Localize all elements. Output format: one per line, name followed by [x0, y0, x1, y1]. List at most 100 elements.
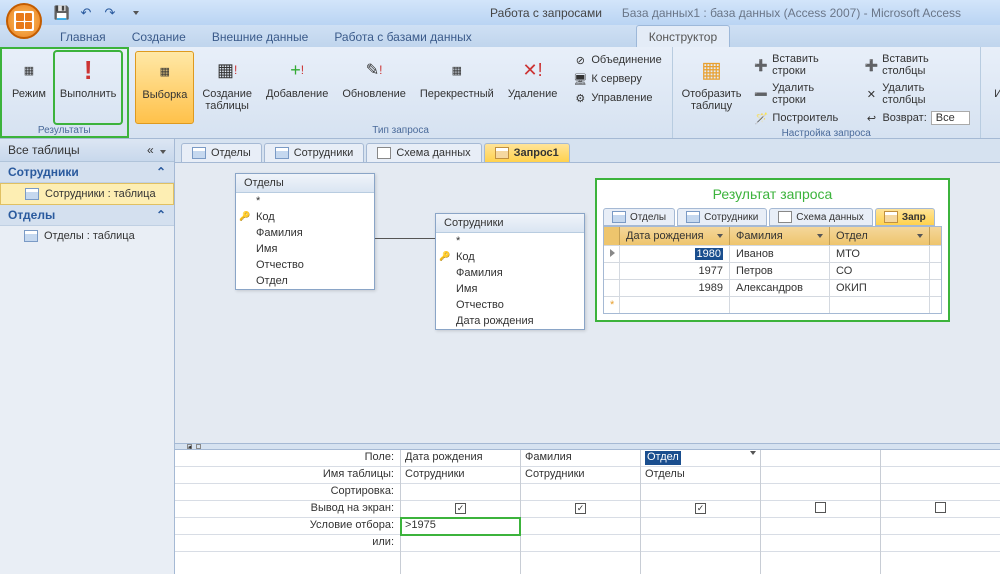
design-grid: Поле: Имя таблицы: Сортировка: Вывод на … — [175, 449, 1000, 574]
dropdown-icon[interactable] — [750, 451, 756, 455]
insert-rows-button[interactable]: ➕Вставить строки — [750, 51, 848, 79]
qat-dropdown-icon[interactable] — [126, 5, 142, 21]
relationship-icon — [778, 211, 792, 223]
grid-col-5[interactable] — [880, 450, 1000, 574]
rtab-query[interactable]: Запр — [875, 208, 935, 226]
sigma-icon: Σ — [993, 54, 1000, 86]
totals-button[interactable]: Σ Итоги — [987, 51, 1000, 137]
result-panel: Результат запроса Отделы Сотрудники Схем… — [595, 178, 950, 322]
delete-cols-button[interactable]: ✕Удалить столбцы — [860, 80, 973, 108]
col-header-date[interactable]: Дата рождения — [620, 227, 730, 245]
relationship-icon — [377, 147, 391, 159]
nav-item-sotrudniki[interactable]: Сотрудники : таблица — [0, 183, 174, 205]
update-button[interactable]: ✎! Обновление — [336, 51, 412, 124]
table-exclaim-icon: ▦! — [211, 54, 243, 86]
table-icon — [24, 230, 38, 242]
insert-cols-button[interactable]: ➕Вставить столбцы — [860, 51, 973, 79]
append-button[interactable]: +! Добавление — [260, 51, 334, 124]
tab-create[interactable]: Создание — [120, 26, 198, 47]
select-query-button[interactable]: ▦ Выборка — [135, 51, 194, 124]
row-selector-header[interactable] — [604, 227, 620, 245]
group-setup: ▦ Отобразить таблицу ➕Вставить строки ➖У… — [673, 47, 981, 138]
insert-col-icon: ➕ — [864, 58, 878, 72]
doctab-sotrudniki[interactable]: Сотрудники — [264, 143, 365, 162]
save-icon[interactable]: 💾 — [54, 5, 70, 21]
pencil-exclaim-icon: ✎! — [358, 54, 390, 86]
maketable-button[interactable]: ▦! Создание таблицы — [196, 51, 258, 124]
nav-item-otdely[interactable]: Отделы : таблица — [0, 226, 174, 246]
datadef-button[interactable]: ⚙Управление — [569, 89, 665, 107]
delete-rows-button[interactable]: ➖Удалить строки — [750, 80, 848, 108]
group-totals: Σ Итоги — [981, 47, 1000, 138]
rtab-sotrudniki[interactable]: Сотрудники — [677, 208, 767, 226]
current-row-icon — [610, 249, 615, 257]
table-icon — [275, 147, 289, 159]
builder-button[interactable]: 🪄Построитель — [750, 109, 848, 127]
result-row[interactable]: 1989 Александров ОКИП — [604, 279, 941, 296]
x-exclaim-icon: ✕! — [517, 54, 549, 86]
delete-row-icon: ➖ — [754, 87, 768, 101]
join-line[interactable] — [375, 238, 435, 239]
table-sotrudniki[interactable]: Сотрудники * Код Фамилия Имя Отчество Да… — [435, 213, 585, 330]
main-area: Отделы Сотрудники Схема данных Запрос1 О… — [175, 139, 1000, 574]
design-canvas[interactable]: Отделы * Код Фамилия Имя Отчество Отдел … — [175, 163, 1000, 443]
criteria-cell[interactable]: >1975 — [401, 518, 520, 535]
result-grid: Дата рождения Фамилия Отдел 1980 Иванов … — [603, 226, 942, 314]
union-button[interactable]: ⊘Объединение — [569, 51, 665, 69]
ribbon-tabs: Главная Создание Внешние данные Работа с… — [0, 25, 1000, 47]
quick-access-toolbar: 💾 ↶ ↷ — [54, 5, 142, 21]
delete-button[interactable]: ✕! Удаление — [502, 51, 564, 124]
table-icon — [25, 188, 39, 200]
result-row[interactable]: 1980 Иванов МТО — [604, 245, 941, 262]
navigation-pane: Все таблицы « Сотрудники⌃ Сотрудники : т… — [0, 139, 175, 574]
checkbox-icon[interactable]: ✓ — [695, 503, 706, 514]
showtable-icon: ▦ — [696, 54, 728, 86]
union-icon: ⊘ — [573, 53, 587, 67]
window-title: База данных1 : база данных (Access 2007)… — [622, 6, 961, 20]
checkbox-icon[interactable]: ✓ — [575, 503, 586, 514]
result-title: Результат запроса — [603, 186, 942, 202]
grid-col-3[interactable]: Отдел Отделы ✓ — [640, 450, 760, 574]
showtable-button[interactable]: ▦ Отобразить таблицу — [679, 51, 745, 127]
tab-design[interactable]: Конструктор — [636, 25, 730, 47]
nav-group-sotrudniki[interactable]: Сотрудники⌃ — [0, 162, 174, 183]
doctab-otdely[interactable]: Отделы — [181, 143, 262, 162]
tab-home[interactable]: Главная — [48, 26, 118, 47]
rtab-schema[interactable]: Схема данных — [769, 208, 873, 226]
col-header-surname[interactable]: Фамилия — [730, 227, 830, 245]
col-header-dept[interactable]: Отдел — [830, 227, 930, 245]
redo-icon[interactable]: ↷ — [102, 5, 118, 21]
document-tabs: Отделы Сотрудники Схема данных Запрос1 — [175, 139, 1000, 163]
tab-dbtools[interactable]: Работа с базами данных — [322, 26, 483, 47]
exclamation-icon: ! — [72, 54, 104, 86]
grid-row-labels: Поле: Имя таблицы: Сортировка: Вывод на … — [175, 450, 400, 574]
table-otdely[interactable]: Отделы * Код Фамилия Имя Отчество Отдел — [235, 173, 375, 290]
delete-col-icon: ✕ — [864, 87, 878, 101]
crosstab-button[interactable]: ▦ Перекрестный — [414, 51, 500, 124]
return-combo[interactable]: ↩Возврат: Все — [860, 109, 973, 127]
doctab-schema[interactable]: Схема данных — [366, 143, 481, 162]
checkbox-icon[interactable] — [935, 502, 946, 513]
insert-row-icon: ➕ — [754, 58, 768, 72]
view-button[interactable]: ▦ Режим — [6, 51, 52, 124]
checkbox-icon[interactable] — [815, 502, 826, 513]
grid-col-4[interactable] — [760, 450, 880, 574]
grid-col-2[interactable]: Фамилия Сотрудники ✓ — [520, 450, 640, 574]
chevron-icon[interactable]: « — [147, 143, 166, 157]
return-icon: ↩ — [864, 111, 878, 125]
tab-external[interactable]: Внешние данные — [200, 26, 321, 47]
undo-icon[interactable]: ↶ — [78, 5, 94, 21]
result-row[interactable]: 1977 Петров СО — [604, 262, 941, 279]
query-icon — [884, 211, 898, 223]
checkbox-icon[interactable]: ✓ — [455, 503, 466, 514]
office-button[interactable] — [6, 3, 42, 39]
grid-col-1[interactable]: Дата рождения Сотрудники ✓ >1975 — [400, 450, 520, 574]
rtab-otdely[interactable]: Отделы — [603, 208, 675, 226]
passthrough-button[interactable]: 🖥К серверу — [569, 70, 665, 88]
nav-header[interactable]: Все таблицы « — [0, 139, 174, 162]
run-button[interactable]: ! Выполнить — [54, 51, 122, 124]
nav-group-otdely[interactable]: Отделы⌃ — [0, 205, 174, 226]
contextual-title: Работа с запросами — [490, 6, 602, 20]
result-row-new[interactable]: * — [604, 296, 941, 313]
doctab-query1[interactable]: Запрос1 — [484, 143, 570, 162]
